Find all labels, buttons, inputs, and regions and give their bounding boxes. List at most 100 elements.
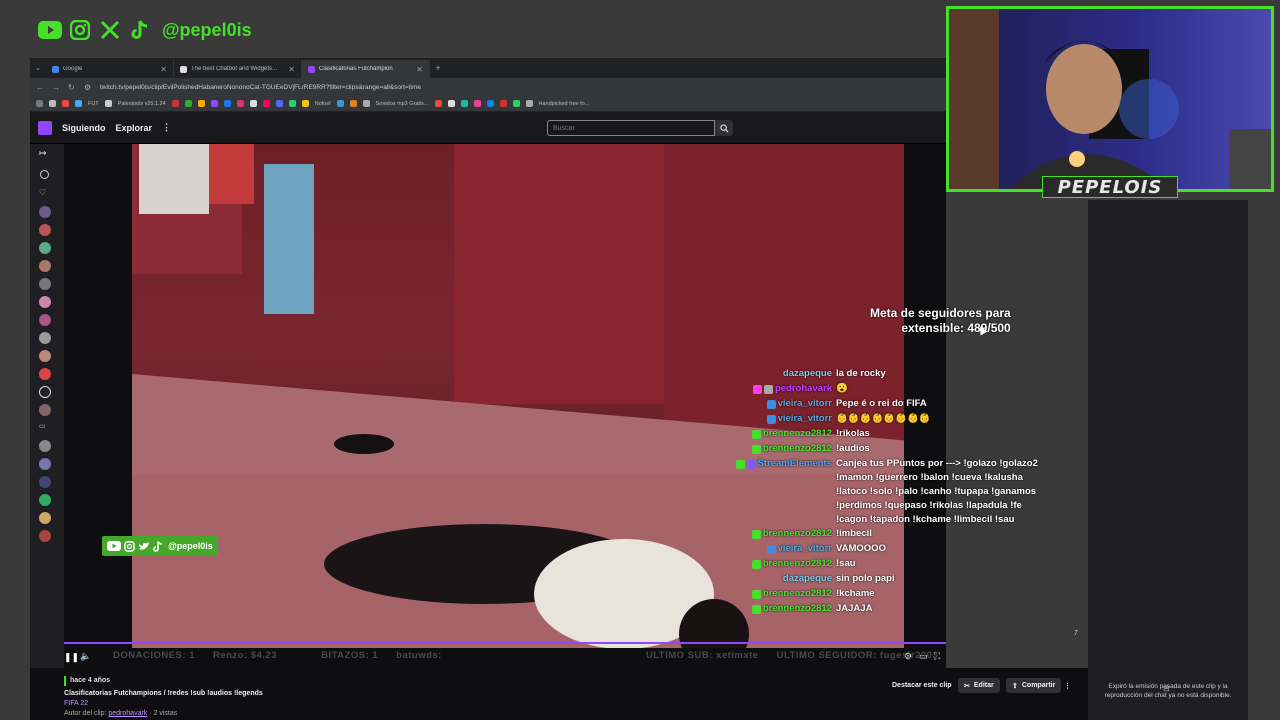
bookmark-icon[interactable] <box>473 100 481 107</box>
bookmark-icon[interactable] <box>184 100 192 107</box>
channel-avatar[interactable] <box>39 458 51 470</box>
bookmark-icon[interactable] <box>447 100 455 107</box>
close-icon[interactable]: ✕ <box>160 65 167 74</box>
bookmark-sonidos[interactable]: Sonidos mp3 Gratis... <box>376 101 429 107</box>
volume-icon[interactable]: 🔈 <box>80 651 91 662</box>
url-field[interactable]: twitch.tv/pepel0is/clip/EvilPolishedHaba… <box>100 84 421 91</box>
channel-avatar[interactable] <box>39 278 51 290</box>
chat-username[interactable]: vieira_vitorr <box>778 397 832 411</box>
channel-avatar[interactable] <box>39 296 51 308</box>
bookmark-icon[interactable] <box>525 100 533 107</box>
heart-icon[interactable]: ♡ <box>39 188 51 200</box>
chat-username[interactable]: brennenzo2812 <box>763 427 832 441</box>
bookmark-icon[interactable] <box>197 100 205 107</box>
channel-avatar[interactable] <box>39 368 51 380</box>
bookmark-palestools[interactable]: Palestools v25.1.24 <box>118 101 166 107</box>
bookmark-icon[interactable] <box>349 100 357 107</box>
channel-avatar[interactable] <box>39 476 51 488</box>
recommended-icon[interactable] <box>40 170 49 179</box>
apps-icon[interactable] <box>36 100 43 107</box>
reload-icon[interactable]: ↻ <box>68 83 78 92</box>
bookmark-icon[interactable] <box>288 100 296 107</box>
tab-chatbot[interactable]: The best Chatbot and Widgets... ✕ <box>174 60 302 78</box>
bookmark-icon[interactable] <box>49 100 56 107</box>
channel-avatar[interactable] <box>39 404 51 416</box>
chat-username[interactable]: dazapeque <box>783 367 832 381</box>
bookmark-icon[interactable] <box>104 100 112 107</box>
feature-clip-button[interactable]: Destacar este clip <box>886 678 958 693</box>
bookmark-icon[interactable] <box>210 100 218 107</box>
bookmark-nofuel[interactable]: Nofuel <box>315 101 331 107</box>
channel-avatar[interactable] <box>39 494 51 506</box>
pause-icon[interactable]: ❚❚ <box>64 652 79 663</box>
bookmark-icon[interactable] <box>336 100 344 107</box>
clip-game[interactable]: FIFA 22 <box>64 699 263 709</box>
chat-username[interactable]: brennenzo2812 <box>763 602 832 616</box>
twitch-logo-icon[interactable] <box>38 120 52 135</box>
back-icon[interactable]: ← <box>36 83 46 92</box>
chat-username[interactable]: vieira_vitorr <box>778 412 832 426</box>
more-options-button[interactable]: ⋮ <box>1062 678 1073 693</box>
channel-avatar[interactable] <box>39 332 51 344</box>
chat-username[interactable]: brennenzo2812 <box>763 557 832 571</box>
chat-username[interactable]: pedrohavark <box>775 382 832 396</box>
close-icon[interactable]: ✕ <box>416 65 423 74</box>
tab-twitch[interactable]: Clasificatorias Futchampion ✕ <box>302 60 430 78</box>
bookmark-icon[interactable] <box>434 100 442 107</box>
tab-list-icon[interactable]: ⌄ <box>30 64 46 72</box>
channel-avatar[interactable] <box>39 242 51 254</box>
bookmark-icon[interactable] <box>75 100 82 107</box>
chat-username[interactable]: brennenzo2812 <box>763 587 832 601</box>
chat-message-text: 👶👶👶👶👶👶👶👶 <box>836 413 931 424</box>
bookmark-icon[interactable] <box>362 100 370 107</box>
channel-avatar[interactable] <box>39 224 51 236</box>
bookmark-icon[interactable] <box>512 100 520 107</box>
bookmark-icon[interactable] <box>236 100 244 107</box>
channel-avatar[interactable] <box>39 206 51 218</box>
channel-avatar[interactable] <box>39 314 51 326</box>
bookmark-icon[interactable] <box>275 100 283 107</box>
bookmark-icon[interactable] <box>262 100 270 107</box>
chat-username[interactable]: brennenzo2812 <box>763 527 832 541</box>
channel-avatar[interactable] <box>39 512 51 524</box>
nav-more-icon[interactable]: ⋮ <box>162 122 171 133</box>
social-overlay-top: @pepel0is <box>38 18 252 42</box>
bookmark-icon[interactable] <box>62 100 69 107</box>
x-icon <box>98 18 122 42</box>
edit-button[interactable]: ✂ Editar <box>958 678 1000 693</box>
site-info-icon[interactable]: ⚙ <box>84 83 94 92</box>
bookmark-icon[interactable] <box>460 100 468 107</box>
tab-google[interactable]: Google ✕ <box>46 60 174 78</box>
chat-username[interactable]: brennenzo2812 <box>763 442 832 456</box>
bookmark-icon[interactable] <box>223 100 231 107</box>
chat-username[interactable]: dazapeque <box>783 572 832 586</box>
new-tab-button[interactable]: + <box>430 63 446 73</box>
bookmark-icon[interactable] <box>301 100 309 107</box>
bookmark-icon[interactable] <box>249 100 257 107</box>
chat-user-cell: brennenzo2812 <box>720 602 836 616</box>
channel-avatar[interactable] <box>39 530 51 542</box>
bookmark-fut[interactable]: FUT <box>88 101 99 107</box>
bookmark-icon[interactable] <box>171 100 179 107</box>
channel-avatar[interactable] <box>39 260 51 272</box>
forward-icon[interactable]: → <box>52 83 62 92</box>
clip-author-link[interactable]: pedrohavark <box>108 710 147 717</box>
search-button[interactable] <box>715 120 733 136</box>
collapse-sidebar-icon[interactable]: ↦ <box>39 148 51 160</box>
clip-title: Clasificatorias Futchampions / !redes !s… <box>64 690 263 697</box>
search-input[interactable] <box>547 120 715 136</box>
close-icon[interactable]: ✕ <box>288 65 295 74</box>
channel-avatar[interactable] <box>39 440 51 452</box>
bookmark-icon[interactable] <box>486 100 494 107</box>
chat-username[interactable]: StreamElements <box>758 457 832 471</box>
bookmark-handpicked[interactable]: Handpicked free fo... <box>539 101 590 107</box>
chat-username[interactable]: vieira_vitorr <box>778 542 832 556</box>
nav-following[interactable]: Siguiendo <box>62 123 106 133</box>
bookmark-icon[interactable] <box>499 100 507 107</box>
nav-explore[interactable]: Explorar <box>116 123 153 133</box>
share-button[interactable]: ⇪ Compartir <box>1006 678 1062 693</box>
channel-avatar[interactable] <box>39 386 51 398</box>
progress-bar[interactable] <box>64 642 946 644</box>
channel-avatar[interactable] <box>39 350 51 362</box>
camera-icon[interactable]: ▭ <box>39 422 51 434</box>
